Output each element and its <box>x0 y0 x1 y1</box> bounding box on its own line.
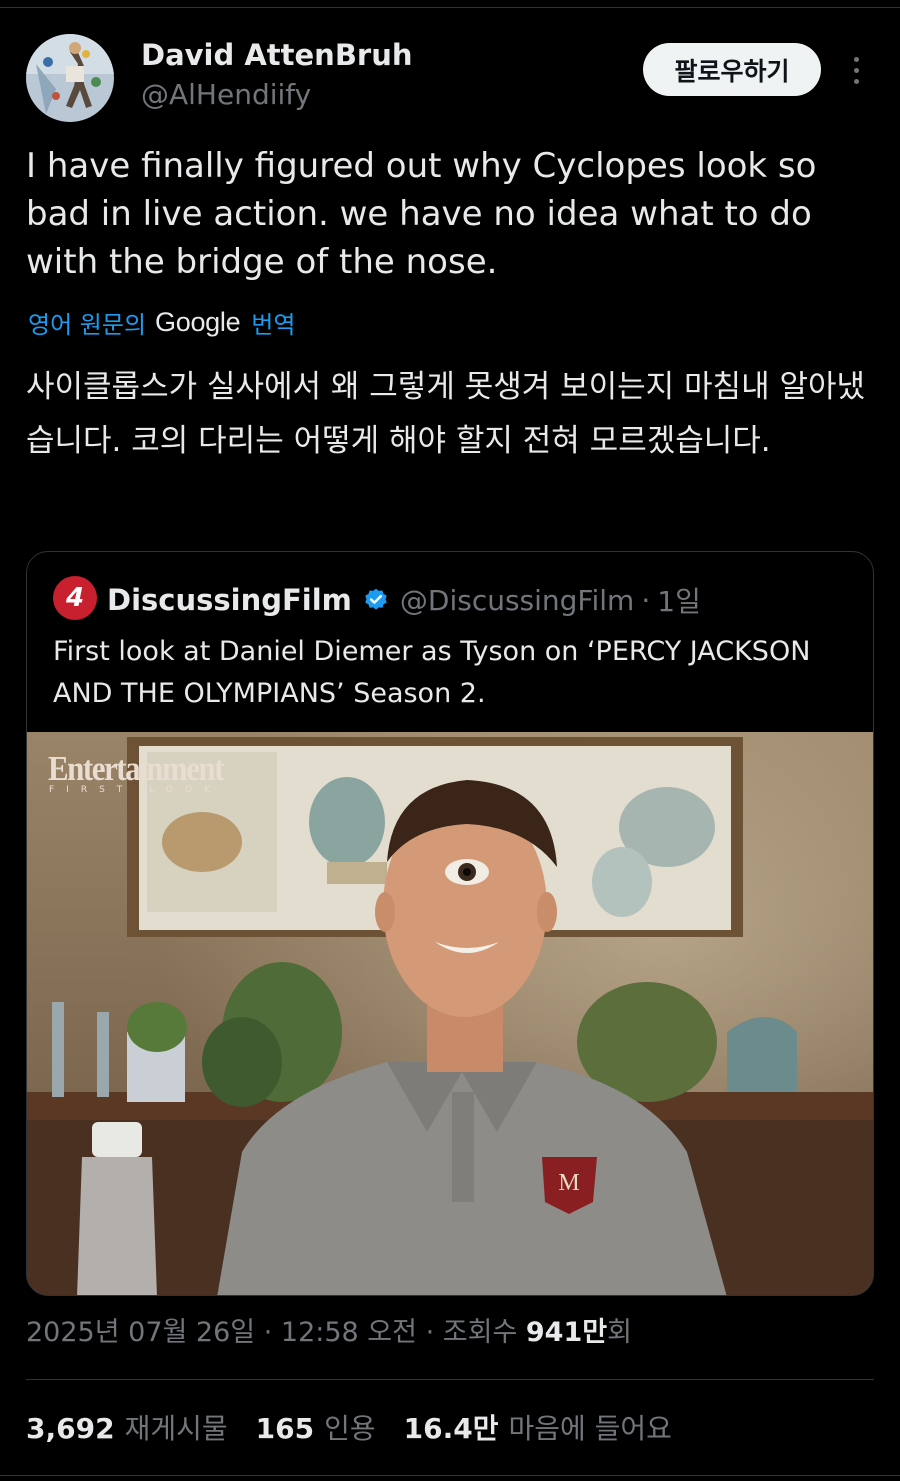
translated-text: 사이클롭스가 실사에서 왜 그렇게 못생겨 보이는지 마침내 알아냈습니다. 코… <box>26 369 866 459</box>
tweet-text: I have finally figured out why Cyclopes … <box>26 146 817 282</box>
follow-button[interactable]: 팔로우하기 <box>643 43 821 96</box>
quoted-author-handle[interactable]: @DiscussingFilm <box>400 584 634 617</box>
entertainment-weekly-logo: Entertainment FIRST LOOK <box>48 748 225 795</box>
bottom-divider <box>0 1475 900 1476</box>
author-avatar[interactable] <box>26 34 114 122</box>
views-suffix: 회 <box>607 1317 632 1348</box>
discussingfilm-logo-icon: 4 <box>53 576 97 620</box>
tweet-time[interactable]: 12:58 오전 <box>281 1317 417 1348</box>
author-name[interactable]: David AttenBruh <box>141 38 413 72</box>
engagement-stats: 3,692 재게시물 165 인용 16.4만 마음에 들어요 <box>26 1407 700 1447</box>
translation-link[interactable]: 영어 원문의 Google 번역 <box>28 305 295 340</box>
tweet-meta: 2025년 07월 26일 · 12:58 오전 · 조회수 941만회 <box>26 1310 632 1349</box>
google-wordmark: Google <box>155 307 241 337</box>
quoted-tweet-text: First look at Daniel Diemer as Tyson on … <box>53 636 811 709</box>
verified-badge-icon <box>365 588 387 610</box>
translation-prefix: 영어 원문의 <box>28 311 147 339</box>
quoted-author-name[interactable]: DiscussingFilm <box>107 583 352 617</box>
views-count: 941만 <box>525 1317 608 1348</box>
separator-dot: · <box>425 1317 435 1348</box>
shirt-patch-letter: M <box>558 1170 579 1196</box>
author-handle[interactable]: @AlHendiify <box>141 78 311 111</box>
top-divider <box>0 7 900 8</box>
more-options-icon[interactable] <box>838 50 874 90</box>
retweets-count: 3,692 <box>26 1412 115 1445</box>
likes-count: 16.4만 <box>403 1412 499 1445</box>
translation-suffix: 번역 <box>251 311 296 339</box>
separator-dot: · <box>263 1317 273 1348</box>
quoted-tweet-time[interactable]: 1일 <box>657 580 701 620</box>
tweet-date[interactable]: 2025년 07월 26일 <box>26 1317 255 1348</box>
retweets-label: 재게시물 <box>124 1412 228 1445</box>
likes-stat[interactable]: 16.4만 마음에 들어요 <box>404 1407 672 1447</box>
likes-label: 마음에 들어요 <box>508 1412 672 1445</box>
quoted-tweet-card[interactable]: 4 DiscussingFilm @DiscussingFilm · 1일 Fi… <box>26 551 874 1296</box>
quotes-stat[interactable]: 165 인용 <box>256 1407 376 1447</box>
views-label: 조회수 <box>442 1317 518 1348</box>
retweets-stat[interactable]: 3,692 재게시물 <box>26 1407 228 1447</box>
quotes-count: 165 <box>255 1412 315 1445</box>
quoted-tweet-header: DiscussingFilm @DiscussingFilm · 1일 <box>107 580 701 620</box>
quotes-label: 인용 <box>324 1412 376 1445</box>
stats-divider <box>26 1379 874 1380</box>
separator-dot: · <box>641 583 651 617</box>
quoted-tweet-photo[interactable]: M Entertainment FIRST LOOK <box>27 732 873 1295</box>
